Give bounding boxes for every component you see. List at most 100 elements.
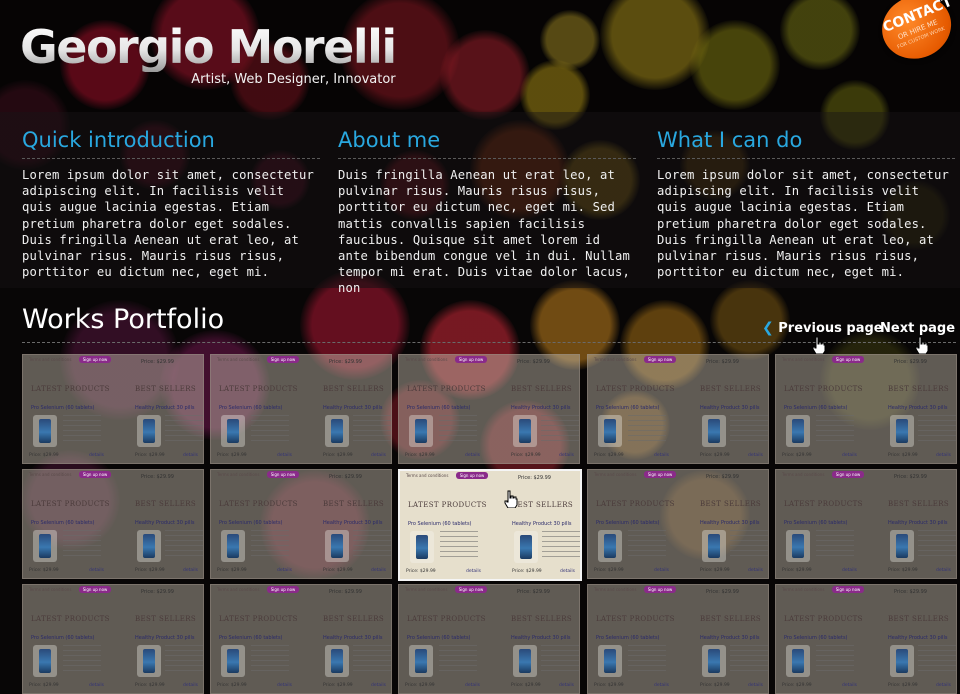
thumb-details: details (183, 568, 198, 573)
hand-cursor-icon (812, 336, 826, 354)
portfolio-thumbnail[interactable]: Terms and conditionsSign up nowPrice: $2… (210, 584, 392, 694)
thumb-text-lines (165, 530, 203, 560)
thumb-price: Price: $29.99 (782, 568, 812, 573)
thumb-product-right: Healthy Product 30 pills (888, 520, 947, 526)
thumb-product-right: Healthy Product 30 pills (700, 405, 759, 411)
bottle-icon (33, 645, 57, 677)
portfolio-thumbnail[interactable]: Terms and conditionsSign up nowPrice: $2… (210, 469, 392, 579)
thumb-product-left: Pro Selenium (60 tablets) (596, 405, 660, 411)
bottle-icon (786, 645, 810, 677)
thumb-terms: Terms and conditions (29, 587, 71, 592)
site-logo[interactable]: Georgio Morelli Artist, Web Designer, In… (20, 22, 396, 72)
thumb-product-right: Healthy Product 30 pills (135, 405, 194, 411)
thumb-details: details (89, 568, 104, 573)
thumb-price: Price: $29.99 (217, 453, 247, 458)
thumb-product-right: Healthy Product 30 pills (511, 635, 570, 641)
thumb-best-heading: BEST SELLERS (512, 501, 573, 509)
thumb-signup-pill: Sign up now (79, 586, 111, 593)
thumb-latest-heading: LATEST PRODUCTS (407, 385, 486, 393)
thumb-latest-heading: LATEST PRODUCTS (596, 385, 675, 393)
previous-page-link[interactable]: ❮ Previous page (762, 320, 883, 336)
thumb-best-heading: BEST SELLERS (323, 500, 384, 508)
intro-column: Quick introduction Lorem ipsum dolor sit… (22, 128, 320, 280)
thumb-price: Price: $29.99 (782, 453, 812, 458)
next-page-label: Next page (880, 321, 955, 336)
thumb-latest-heading: LATEST PRODUCTS (784, 385, 863, 393)
thumb-signup-pill: Sign up now (79, 356, 111, 363)
thumb-best-heading: BEST SELLERS (700, 500, 761, 508)
portfolio-thumbnail[interactable]: Terms and conditionsSign up nowPrice: $2… (775, 469, 957, 579)
thumb-product-left: Pro Selenium (60 tablets) (407, 405, 471, 411)
portfolio-thumbnail[interactable]: Terms and conditionsSign up nowPrice: $2… (22, 469, 204, 579)
portfolio-thumbnail[interactable]: Terms and conditionsSign up nowPrice: $2… (210, 354, 392, 464)
thumb-text-lines (918, 530, 956, 560)
thumb-text-lines (541, 415, 579, 445)
thumb-product-left: Pro Selenium (60 tablets) (408, 521, 472, 527)
thumb-signup-pill: Sign up now (455, 356, 487, 363)
bottle-icon (598, 645, 622, 677)
portfolio-thumbnail[interactable]: Terms and conditionsSign up nowPrice: $2… (587, 354, 769, 464)
bottle-icon (786, 415, 810, 447)
portfolio-thumbnail[interactable]: Terms and conditionsSign up nowPrice: $2… (587, 584, 769, 694)
thumb-price: Price: $29.99 (323, 568, 353, 573)
portfolio-thumbnail[interactable]: Terms and conditionsSign up nowPrice: $2… (775, 584, 957, 694)
portfolio-thumbnail[interactable]: Terms and conditionsSign up nowPrice: $2… (587, 469, 769, 579)
thumb-product-left: Pro Selenium (60 tablets) (596, 635, 660, 641)
bottle-icon (513, 645, 537, 677)
thumb-price: Price: $29.99 (329, 474, 362, 480)
thumb-signup-pill: Sign up now (644, 471, 676, 478)
thumb-text-lines (628, 415, 666, 445)
thumb-latest-heading: LATEST PRODUCTS (219, 385, 298, 393)
thumb-price: Price: $29.99 (706, 589, 739, 595)
thumb-price: Price: $29.99 (135, 568, 165, 573)
thumb-terms: Terms and conditions (405, 587, 447, 592)
thumb-terms: Terms and conditions (782, 357, 824, 362)
thumb-text-lines (440, 531, 478, 561)
portfolio-thumbnail[interactable]: Terms and conditionsSign up nowPrice: $2… (22, 584, 204, 694)
portfolio-thumbnail[interactable]: Terms and conditionsSign up nowPrice: $2… (398, 584, 580, 694)
thumb-price: Price: $29.99 (217, 683, 247, 688)
portfolio-thumbnail[interactable]: Terms and conditions Sign up now Price: $2… (22, 354, 204, 464)
bottle-icon (890, 530, 914, 562)
thumb-terms: Terms and conditions (29, 357, 71, 362)
portfolio-thumbnail[interactable]: Terms and conditionsSign up nowPrice: $2… (775, 354, 957, 464)
thumb-price: Price: $29.99 (141, 474, 174, 480)
thumb-text-lines (439, 645, 477, 675)
thumb-product-right: Healthy Product 30 pills (888, 635, 947, 641)
thumb-price: Price: $29.99 (29, 453, 59, 458)
thumb-price: Price: $29.99 (888, 453, 918, 458)
thumb-latest-heading: LATEST PRODUCTS (219, 615, 298, 623)
thumb-best-heading: BEST SELLERS (700, 385, 761, 393)
thumb-details: details (559, 683, 574, 688)
thumb-product-left: Pro Selenium (60 tablets) (596, 520, 660, 526)
logo-tagline: Artist, Web Designer, Innovator (191, 72, 395, 87)
portfolio-thumbnail[interactable]: Terms and conditionsSign up nowPrice: $2… (398, 354, 580, 464)
thumb-product-right: Healthy Product 30 pills (700, 520, 759, 526)
thumb-details: details (371, 453, 386, 458)
thumb-text-lines (542, 531, 580, 561)
column-text: Lorem ipsum dolor sit amet, consectetur … (22, 167, 320, 280)
thumb-price: Price: $29.99 (323, 453, 353, 458)
thumb-text-lines (730, 415, 768, 445)
bottle-icon (598, 530, 622, 562)
thumb-product-right: Healthy Product 30 pills (700, 635, 759, 641)
thumb-text-lines (251, 415, 289, 445)
thumb-price: Price: $29.99 (894, 359, 927, 365)
thumb-price: Price: $29.99 (512, 569, 542, 574)
bottle-icon (221, 645, 245, 677)
thumb-price: Price: $29.99 (594, 683, 624, 688)
column-title: About me (338, 128, 636, 159)
thumb-terms: Terms and conditions (782, 587, 824, 592)
thumb-latest-heading: LATEST PRODUCTS (784, 500, 863, 508)
thumb-price: Price: $29.99 (888, 568, 918, 573)
thumb-text-lines (251, 530, 289, 560)
thumb-text-lines (918, 645, 956, 675)
portfolio-thumbnail[interactable]: Terms and conditionsSign up nowPrice: $2… (398, 469, 582, 581)
thumb-text-lines (541, 645, 579, 675)
next-page-link[interactable]: Next page ❯ (880, 320, 960, 336)
contact-badge[interactable]: CONTACT OR HIRE ME FOR CUSTOM WORK (867, 0, 960, 76)
thumb-product-right: Healthy Product 30 pills (512, 521, 571, 527)
thumb-best-heading: BEST SELLERS (888, 500, 949, 508)
thumb-product-right: Healthy Product 30 pills (135, 520, 194, 526)
bottle-icon (513, 415, 537, 447)
